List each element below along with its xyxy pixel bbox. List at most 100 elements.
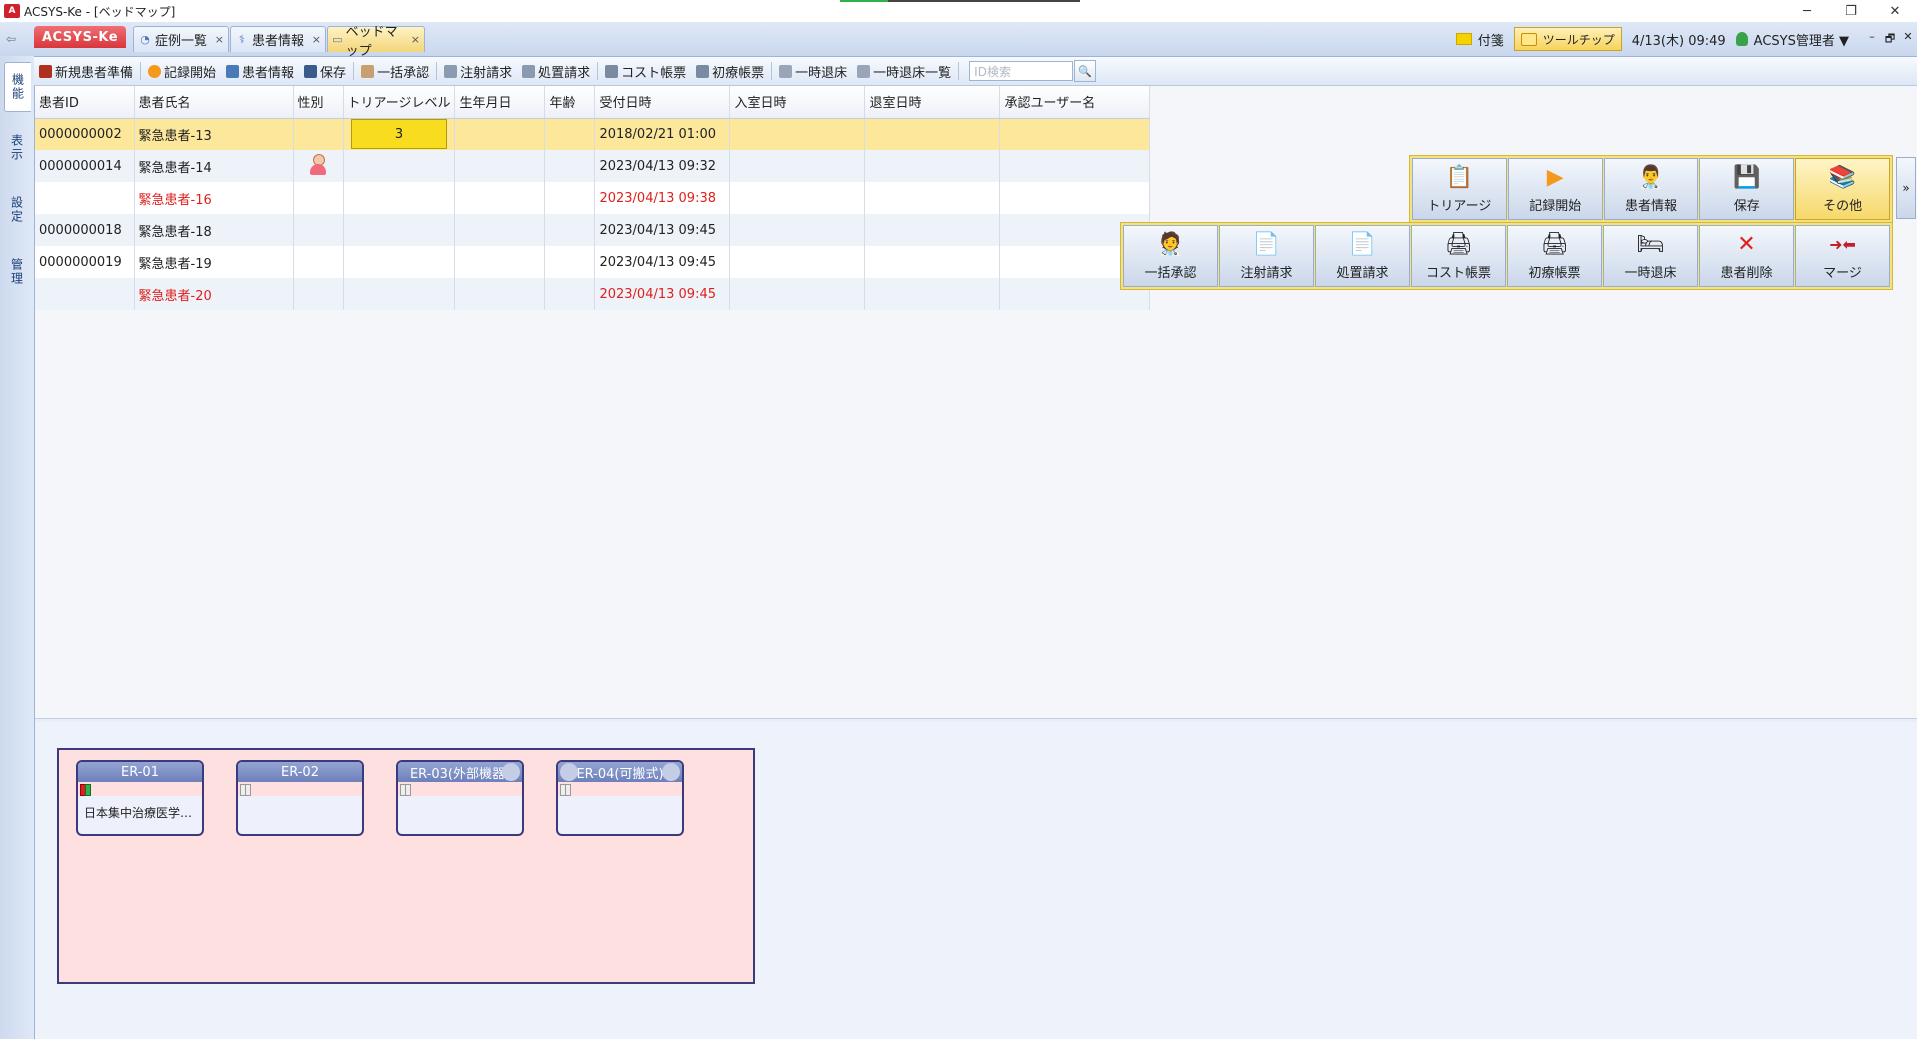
treatment-request-icon bbox=[522, 64, 536, 78]
minimize-button[interactable]: ─ bbox=[1785, 0, 1829, 22]
patient-info-button[interactable]: 患者情報 bbox=[221, 60, 299, 82]
bulk-approve-action-button[interactable]: 🧑‍⚕️ 一括承認 bbox=[1123, 225, 1218, 287]
tab-patient-info[interactable]: ⚕ 患者情報 × bbox=[230, 26, 326, 52]
column-header[interactable]: 受付日時 bbox=[594, 86, 731, 119]
more-actions-button[interactable]: » bbox=[1896, 157, 1916, 219]
tab-bedmap[interactable]: ▭ ベッドマップ × bbox=[327, 25, 425, 59]
injection-request-action-button[interactable]: 📄 注射請求 bbox=[1219, 225, 1314, 287]
received-datetime-cell: 2023/04/13 09:32 bbox=[594, 150, 731, 182]
discharge-datetime-cell bbox=[864, 246, 1001, 278]
close-tab-icon[interactable]: × bbox=[405, 33, 420, 46]
restore-button[interactable]: ❐ bbox=[1829, 0, 1873, 22]
column-header[interactable]: トリアージレベル bbox=[343, 86, 456, 119]
admission-datetime-cell bbox=[729, 118, 866, 150]
received-datetime-cell: 2023/04/13 09:45 bbox=[594, 214, 731, 246]
merge-action-button[interactable]: ➜⬅ マージ bbox=[1795, 225, 1890, 287]
injection-request-icon bbox=[444, 64, 458, 78]
column-header[interactable]: 年齢 bbox=[544, 86, 596, 119]
cost-report-action-button[interactable]: 🖨 コスト帳票 bbox=[1411, 225, 1506, 287]
table-row[interactable]: 0000000018 緊急患者-18 2023/04/13 09:45 bbox=[35, 214, 1151, 246]
patient-info-icon bbox=[226, 64, 240, 78]
action-label: マージ bbox=[1823, 266, 1862, 281]
record-start-action-button[interactable]: ▶ 記録開始 bbox=[1507, 158, 1603, 220]
new-patient-button[interactable]: 新規患者準備 bbox=[34, 60, 138, 82]
tab-label: ベッドマップ bbox=[345, 24, 398, 59]
temporary-leave-action-button[interactable]: 🛏 一時退床 bbox=[1603, 225, 1698, 287]
doc-restore-button[interactable]: 🗗 bbox=[1881, 30, 1899, 49]
side-tab-display[interactable]: 表示 bbox=[4, 124, 30, 172]
title-bar: A ACSYS-Ke - [ベッドマップ] ─ ❐ ✕ bbox=[0, 0, 1917, 22]
triage-cell bbox=[343, 278, 456, 310]
bulk-approve-button[interactable]: 一括承認 bbox=[356, 60, 434, 82]
initial-report-action-button[interactable]: 🖨 初療帳票 bbox=[1507, 225, 1602, 287]
close-button[interactable]: ✕ bbox=[1873, 0, 1917, 22]
cost-report-button[interactable]: コスト帳票 bbox=[600, 60, 691, 82]
column-header[interactable]: 患者ID bbox=[35, 86, 135, 119]
record-start-button[interactable]: 記録開始 bbox=[143, 60, 221, 82]
bed-er-02[interactable]: ER-02 bbox=[236, 760, 364, 836]
column-header[interactable]: 患者氏名 bbox=[134, 86, 294, 119]
toolbar-label: 記録開始 bbox=[164, 65, 217, 81]
back-icon[interactable]: ⇦ bbox=[6, 32, 26, 46]
age-cell bbox=[544, 182, 596, 214]
column-header[interactable]: 性別 bbox=[293, 86, 344, 119]
birthdate-cell bbox=[454, 278, 546, 310]
triage-cell bbox=[343, 246, 456, 278]
memo-icon bbox=[1455, 33, 1472, 45]
temporary-leave-button[interactable]: 一時退床 bbox=[774, 60, 852, 82]
injection-request-button[interactable]: 注射請求 bbox=[439, 60, 517, 82]
toolbar-separator bbox=[140, 62, 142, 80]
side-tab-admin[interactable]: 管理 bbox=[4, 248, 30, 296]
toolbar-separator bbox=[436, 62, 438, 80]
column-header[interactable]: 入室日時 bbox=[729, 86, 866, 119]
doc-minimize-button[interactable]: – bbox=[1863, 30, 1881, 49]
close-tab-icon[interactable]: × bbox=[209, 33, 224, 46]
bed-label-row: ER-04(可搬式) bbox=[558, 762, 682, 782]
save-button[interactable]: 保存 bbox=[299, 60, 351, 82]
triage-cell bbox=[343, 150, 456, 182]
column-header[interactable]: 承認ユーザー名 bbox=[999, 86, 1151, 119]
device-indicator-icon bbox=[245, 784, 251, 796]
triage-level-badge[interactable]: 3 bbox=[350, 119, 447, 150]
user-menu[interactable]: ACSYS管理者 ▼ bbox=[1735, 30, 1849, 49]
delete-patient-action-button[interactable]: ✕ 患者削除 bbox=[1699, 225, 1794, 287]
birthdate-cell bbox=[454, 150, 546, 182]
sex-cell bbox=[293, 118, 344, 150]
side-tab-function[interactable]: 機能 bbox=[4, 62, 31, 112]
table-row[interactable]: 0000000014 緊急患者-14 2023/04/13 09:32 bbox=[35, 150, 1151, 182]
initial-report-button[interactable]: 初療帳票 bbox=[691, 60, 769, 82]
temporary-leave-list-button[interactable]: 一時退床一覧 bbox=[852, 60, 956, 82]
save-action-button[interactable]: 💾 保存 bbox=[1699, 158, 1795, 220]
search-icon[interactable]: 🔍 bbox=[1074, 60, 1097, 82]
merge-icon: ➜⬅ bbox=[1829, 234, 1856, 254]
column-header[interactable]: 退室日時 bbox=[864, 86, 1001, 119]
bed-er-04[interactable]: ER-04(可搬式) bbox=[556, 760, 684, 836]
id-search-input[interactable]: ID検索 bbox=[969, 61, 1074, 81]
doc-close-button[interactable]: ✕ bbox=[1899, 30, 1917, 49]
other-action-button[interactable]: 📚 その他 bbox=[1795, 158, 1890, 220]
bed-label: ER-04(可搬式) bbox=[576, 766, 664, 782]
temporary-leave-icon bbox=[779, 64, 793, 78]
table-row[interactable]: 0000000002 緊急患者-13 3 2018/02/21 01:00 bbox=[35, 118, 1151, 150]
bed-patient-name bbox=[398, 796, 522, 804]
treatment-request-action-button[interactable]: 📄 処置請求 bbox=[1315, 225, 1410, 287]
triage-button[interactable]: 📋 トリアージ bbox=[1412, 158, 1507, 220]
table-row[interactable]: 0000000019 緊急患者-19 2023/04/13 09:45 bbox=[35, 246, 1151, 278]
patient-name-cell: 緊急患者-13 bbox=[134, 118, 294, 150]
memo-toggle[interactable]: 付箋 bbox=[1455, 30, 1504, 49]
side-tab-settings[interactable]: 設定 bbox=[4, 186, 30, 234]
brand-tab[interactable]: ACSYS-Ke bbox=[34, 26, 126, 48]
patient-id-cell: 0000000019 bbox=[35, 246, 135, 278]
table-row[interactable]: 緊急患者-16 2023/04/13 09:38 bbox=[35, 182, 1151, 214]
age-cell bbox=[544, 118, 596, 150]
patient-info-action-button[interactable]: 👨‍⚕️ 患者情報 bbox=[1603, 158, 1699, 220]
tab-case-list[interactable]: ◔ 症例一覧 × bbox=[133, 26, 229, 52]
close-tab-icon[interactable]: × bbox=[306, 33, 321, 46]
treatment-request-button[interactable]: 処置請求 bbox=[517, 60, 595, 82]
bed-er-01[interactable]: ER-01 日本集中治療医学… bbox=[76, 760, 204, 836]
tooltip-toggle-button[interactable]: ツールチップ bbox=[1513, 27, 1622, 51]
birthdate-cell bbox=[454, 214, 546, 246]
table-row[interactable]: 緊急患者-20 2023/04/13 09:45 bbox=[35, 278, 1151, 310]
bed-er-03[interactable]: ER-03(外部機器) bbox=[396, 760, 524, 836]
column-header[interactable]: 生年月日 bbox=[454, 86, 546, 119]
